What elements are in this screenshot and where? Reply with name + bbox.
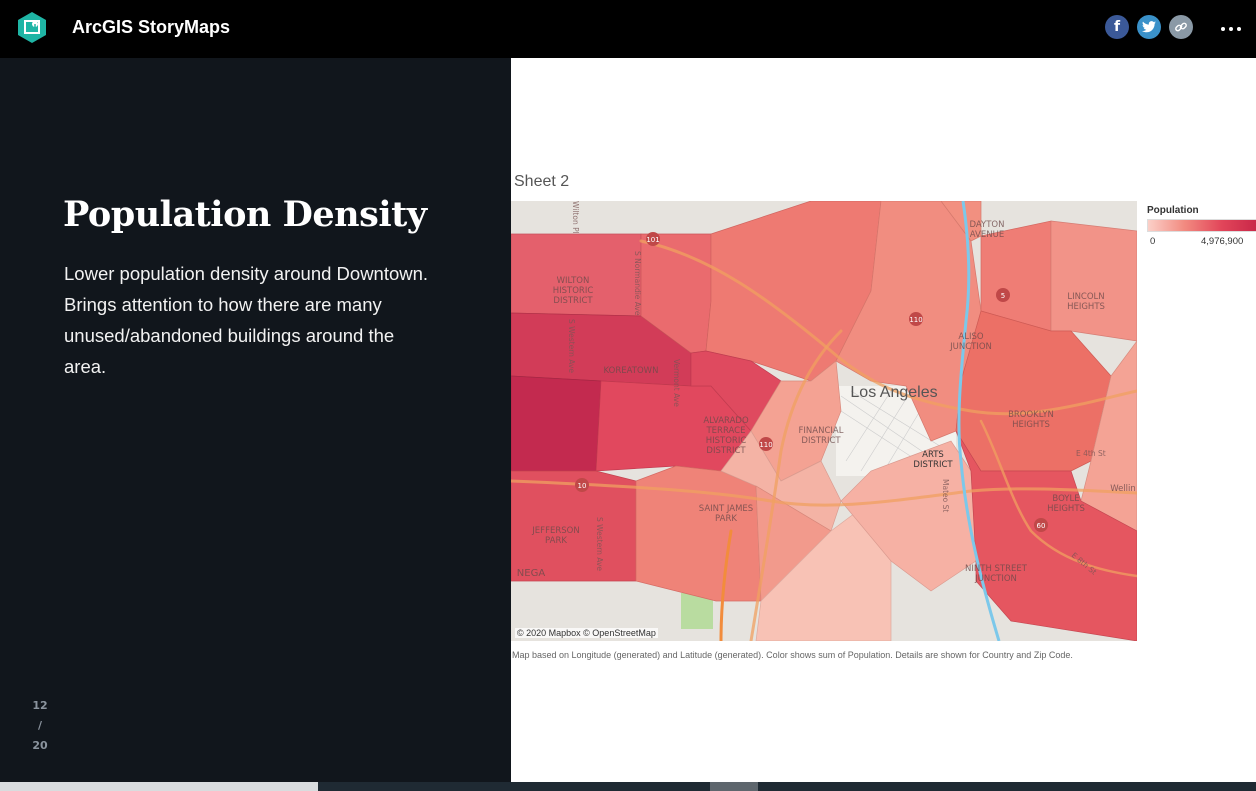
slide-progress: 12 / 20 bbox=[20, 696, 60, 756]
more-options-icon[interactable] bbox=[1216, 12, 1246, 42]
label-lincoln-1: LINCOLN bbox=[1067, 292, 1104, 302]
label-negra: NEGA bbox=[517, 568, 546, 579]
app-title[interactable]: ArcGIS StoryMaps bbox=[72, 17, 230, 38]
twitter-bird-glyph bbox=[1142, 21, 1156, 33]
label-vermont: Vermont Ave bbox=[672, 359, 681, 407]
strip-segment-mid bbox=[710, 782, 758, 791]
label-alvarado-3: HISTORIC bbox=[706, 436, 747, 446]
slide-body-text: Lower population density around Downtown… bbox=[64, 263, 429, 377]
label-ninth-1: NINTH STREET bbox=[965, 564, 1028, 574]
label-saint-james-1: SAINT JAMES bbox=[699, 504, 753, 514]
label-alvarado-2: TERRACE bbox=[705, 426, 745, 436]
shield-5: 5 bbox=[1001, 292, 1005, 300]
label-wilton-pl: Wilton Pl bbox=[571, 201, 580, 234]
progress-separator: / bbox=[37, 719, 43, 732]
shield-101: 101 bbox=[646, 236, 659, 244]
label-brooklyn-2: HEIGHTS bbox=[1012, 420, 1050, 430]
sheet-title: Sheet 2 bbox=[514, 173, 570, 190]
label-boyle-1: BOYLE bbox=[1052, 494, 1079, 504]
shield-10: 10 bbox=[578, 482, 587, 490]
twitter-icon[interactable] bbox=[1137, 15, 1161, 39]
facebook-icon[interactable]: f bbox=[1105, 15, 1129, 39]
label-normandie: S Normandie Ave bbox=[633, 251, 642, 316]
app-header: ArcGIS StoryMaps f bbox=[0, 0, 1256, 58]
label-saint-james-2: PARK bbox=[715, 514, 737, 524]
progress-current: 12 bbox=[32, 699, 48, 712]
label-wilton-2: HISTORIC bbox=[553, 286, 594, 296]
label-jefferson-1: JEFFERSON bbox=[531, 526, 579, 536]
label-western-1: S Western Ave bbox=[567, 319, 576, 373]
label-alvarado-1: ALVARADO bbox=[703, 416, 749, 426]
label-los-angeles: Los Angeles bbox=[850, 384, 937, 401]
label-western-2: S Western Ave bbox=[595, 517, 604, 571]
label-koreatown: KOREATOWN bbox=[604, 366, 659, 376]
storymaps-logo-icon[interactable] bbox=[18, 12, 46, 43]
label-arts-2: DISTRICT bbox=[913, 460, 953, 470]
more-dots-glyph bbox=[1221, 27, 1241, 31]
label-mateo: Mateo St bbox=[941, 479, 950, 512]
link-icon[interactable] bbox=[1169, 15, 1193, 39]
choropleth-map[interactable]: WILTON HISTORIC DISTRICT KOREATOWN ALVAR… bbox=[511, 201, 1137, 641]
map-attribution[interactable]: © 2020 Mapbox © OpenStreetMap bbox=[515, 628, 658, 638]
legend-color-ramp bbox=[1147, 219, 1256, 232]
label-wellin: Wellin bbox=[1110, 484, 1136, 494]
color-legend: Population 0 4,976,900 bbox=[1147, 205, 1256, 247]
label-lincoln-2: HEIGHTS bbox=[1067, 302, 1105, 312]
label-financial-1: FINANCIAL bbox=[799, 426, 844, 436]
shield-110-a: 110 bbox=[909, 316, 922, 324]
narrative-panel: Population Density Lower population dens… bbox=[0, 58, 511, 782]
strip-segment-left bbox=[0, 782, 318, 791]
shield-60: 60 bbox=[1037, 522, 1046, 530]
label-dayton-2: AVENUE bbox=[970, 230, 1004, 240]
legend-title: Population bbox=[1147, 205, 1199, 216]
progress-total: 20 bbox=[32, 739, 48, 752]
label-dayton-1: DAYTON bbox=[970, 220, 1005, 230]
legend-max: 4,976,900 bbox=[1201, 236, 1244, 247]
label-arts-1: ARTS bbox=[922, 450, 944, 460]
label-jefferson-2: PARK bbox=[545, 536, 567, 546]
legend-min: 0 bbox=[1150, 236, 1156, 247]
map-canvas: WILTON HISTORIC DISTRICT KOREATOWN ALVAR… bbox=[511, 201, 1137, 641]
label-ninth-2: JUNCTION bbox=[974, 574, 1017, 584]
label-aliso-2: JUNCTION bbox=[949, 342, 992, 352]
label-boyle-2: HEIGHTS bbox=[1047, 504, 1085, 514]
label-financial-2: DISTRICT bbox=[801, 436, 841, 446]
slide-title: Population Density bbox=[63, 194, 427, 235]
facebook-glyph: f bbox=[1113, 19, 1121, 35]
bottom-progress-strip bbox=[0, 782, 1256, 791]
label-brooklyn-1: BROOKLYN bbox=[1008, 410, 1054, 420]
chain-link-glyph bbox=[1175, 22, 1187, 32]
label-aliso-1: ALISO bbox=[958, 332, 983, 342]
tableau-embed[interactable]: Sheet 2 WILTON HISTORIC DISTRICT KOREATO… bbox=[511, 58, 1256, 782]
label-wilton-1: WILTON bbox=[557, 276, 590, 286]
label-e4th: E 4th St bbox=[1076, 449, 1106, 458]
label-wilton-3: DISTRICT bbox=[553, 296, 593, 306]
shield-110-b: 110 bbox=[759, 441, 772, 449]
label-alvarado-4: DISTRICT bbox=[706, 446, 746, 456]
map-caption: Map based on Longitude (generated) and L… bbox=[512, 650, 1073, 660]
